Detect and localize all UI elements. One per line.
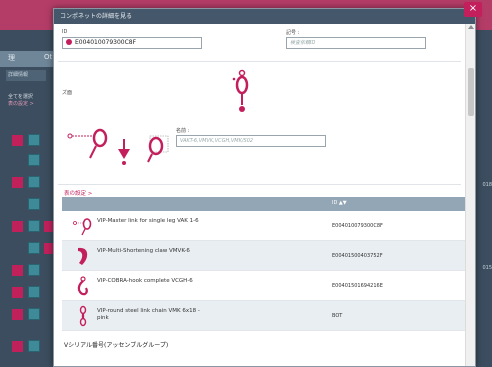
- id-field[interactable]: E004010079300C8F: [62, 37, 202, 49]
- dialog-scrollbar[interactable]: [465, 24, 475, 366]
- master-link-icon: [67, 128, 108, 159]
- column-header-id[interactable]: ID ▲▼: [332, 200, 347, 206]
- cobra-hook-icon: [77, 276, 88, 296]
- search-icon[interactable]: [28, 242, 40, 254]
- background-select-all[interactable]: 全てを選択 表の設定 >: [8, 94, 34, 108]
- search-icon[interactable]: [28, 134, 40, 146]
- rfid-icon: [66, 39, 72, 45]
- shortening-claw-icon: [118, 139, 130, 165]
- table-settings-link[interactable]: 表の設定 >: [64, 189, 92, 197]
- delete-icon[interactable]: [12, 287, 23, 298]
- search-icon[interactable]: [28, 308, 40, 320]
- background-value: 015: [482, 265, 492, 271]
- master-link-assembly-icon: [232, 69, 249, 112]
- table-row[interactable]: VIP-COBRA-hook complete VCGH-6 E00401501…: [62, 271, 465, 301]
- select-all-label[interactable]: 全てを選択: [8, 94, 33, 100]
- delete-icon[interactable]: [12, 265, 23, 276]
- table-row[interactable]: VIP-Master link for single leg VAK 1-6 E…: [62, 211, 465, 241]
- serial-number-group-label: Vシリアル番号(アッセンブルグループ): [64, 342, 169, 349]
- master-link-icon: [73, 218, 92, 236]
- table-row[interactable]: VIP-round steel link chain VMK 6x18 - pi…: [62, 301, 465, 331]
- close-button[interactable]: ×: [464, 2, 482, 17]
- row-description: VIP-round steel link chain VMK 6x18 - pi…: [97, 308, 200, 321]
- delete-icon[interactable]: [12, 221, 23, 232]
- number-label: 記号 :: [286, 30, 300, 36]
- scroll-up-icon[interactable]: [468, 25, 474, 29]
- delete-icon[interactable]: [12, 341, 23, 352]
- row-description: VIP-Multi-Shortening claw VMVK-6: [97, 248, 190, 254]
- delete-icon[interactable]: [12, 177, 23, 188]
- search-icon[interactable]: [28, 340, 40, 352]
- search-icon[interactable]: [28, 220, 40, 232]
- chain-icon: [79, 305, 87, 327]
- search-icon[interactable]: [28, 154, 40, 166]
- search-icon[interactable]: [28, 286, 40, 298]
- search-icon[interactable]: [28, 176, 40, 188]
- components-table: ID ▲▼ VIP-Master link for single leg VAK…: [62, 197, 465, 331]
- scrollbar-thumb[interactable]: [468, 68, 474, 116]
- close-icon: ×: [468, 3, 478, 14]
- dialog-title: コンポネットの詳細を見る: [54, 9, 475, 24]
- row-id: E00401500403752F: [332, 253, 383, 259]
- background-subtab[interactable]: 詳細情報: [6, 70, 46, 81]
- row-id: E004010079300C8F: [332, 223, 383, 229]
- name-label: 名前 :: [176, 128, 190, 134]
- search-icon[interactable]: [28, 264, 40, 276]
- background-tab[interactable]: Ot: [44, 53, 52, 61]
- id-value: E004010079300C8F: [75, 39, 137, 46]
- table-row[interactable]: VIP-Multi-Shortening claw VMVK-6 E004015…: [62, 241, 465, 271]
- table-header: ID ▲▼: [62, 197, 465, 211]
- number-field[interactable]: 検査依頼ID: [286, 37, 426, 49]
- background-tab[interactable]: 理: [8, 53, 15, 63]
- divider: [58, 184, 461, 185]
- table-settings-link[interactable]: 表の設定 >: [8, 101, 34, 108]
- component-detail-dialog: コンポネットの詳細を見る ID E004010079300C8F 記号 : 検査…: [53, 8, 476, 367]
- search-icon[interactable]: [28, 198, 40, 210]
- background-value: 018: [482, 182, 492, 188]
- delete-icon[interactable]: [12, 309, 23, 320]
- row-id: BOT: [332, 313, 343, 319]
- shortening-claw-icon: [78, 247, 88, 265]
- name-field[interactable]: VAKT-6,VMVK,VCGH,VMK/S02: [176, 135, 326, 147]
- row-id: E00401501694216E: [332, 283, 383, 289]
- delete-icon[interactable]: [12, 135, 23, 146]
- id-label: ID: [62, 29, 68, 35]
- cobra-hook-icon: [147, 135, 169, 163]
- divider: [58, 61, 461, 62]
- row-description: VIP-Master link for single leg VAK 1-6: [97, 218, 199, 224]
- row-description: VIP-COBRA-hook complete VCGH-6: [97, 278, 193, 284]
- image-label: ズ面: [62, 90, 73, 96]
